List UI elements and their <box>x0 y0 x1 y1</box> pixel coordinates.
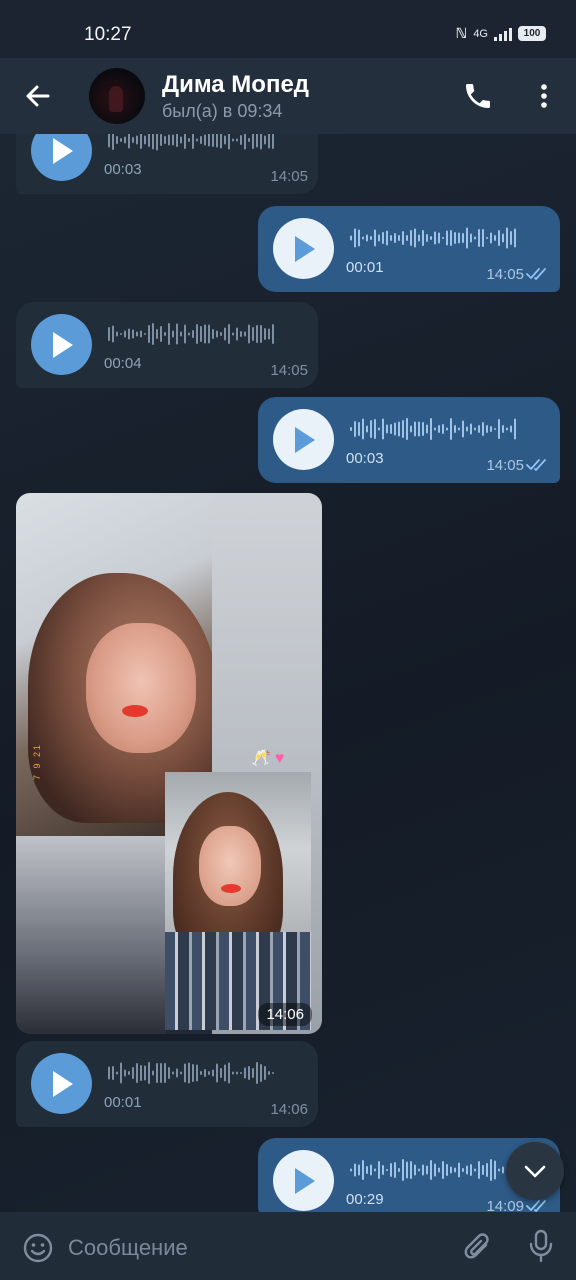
chevron-down-icon <box>524 1165 546 1178</box>
network-type: 4G <box>473 27 488 40</box>
scroll-to-bottom-button[interactable] <box>506 1142 564 1200</box>
back-arrow-icon <box>26 85 50 107</box>
smiley-icon <box>23 1233 53 1263</box>
voice-duration: 00:03 <box>346 450 384 467</box>
play-icon <box>295 1168 315 1194</box>
status-icons: ℕ 4G 100 <box>456 25 546 42</box>
message-time: 14:05 <box>270 168 308 185</box>
message-composer <box>0 1212 576 1280</box>
play-icon <box>53 1071 73 1097</box>
message-time: 14:06 <box>258 1003 312 1026</box>
play-button[interactable] <box>31 1053 92 1114</box>
attach-button[interactable] <box>462 1230 494 1264</box>
photo-background <box>16 836 166 1034</box>
play-icon <box>295 427 315 453</box>
voice-duration: 00:04 <box>104 355 142 372</box>
read-ticks-icon <box>526 268 546 280</box>
signal-icon <box>494 27 512 41</box>
waveform <box>108 1062 274 1084</box>
play-icon <box>53 332 73 358</box>
sticker-emojis: 🥂 ♥ <box>251 750 285 767</box>
play-button[interactable] <box>273 1150 334 1211</box>
play-button[interactable] <box>273 218 334 279</box>
waveform <box>108 323 274 345</box>
message-list[interactable]: 00:03 14:05 00:01 14:05 00:04 14:05 00:0… <box>0 134 576 1212</box>
avatar[interactable] <box>89 68 145 124</box>
more-vertical-icon <box>541 84 547 108</box>
message-time: 14:05 <box>270 362 308 379</box>
message-time: 14:05 <box>486 266 524 283</box>
waveform <box>350 418 516 440</box>
photo-date-overlay: 7 9 21 <box>32 743 42 781</box>
voice-duration: 00:29 <box>346 1191 384 1208</box>
paperclip-icon <box>464 1233 489 1259</box>
waveform <box>350 1159 516 1181</box>
microphone-button[interactable] <box>526 1228 556 1264</box>
more-options-button[interactable] <box>528 80 560 112</box>
chat-title[interactable]: Дима Мопед <box>162 71 309 99</box>
photo-message[interactable]: 7 9 21 🥂 ♥ 14:06 <box>16 493 322 1034</box>
play-icon <box>53 138 73 164</box>
voice-duration: 00:01 <box>346 259 384 276</box>
voice-message-outgoing[interactable]: 00:03 14:05 <box>258 397 560 483</box>
microphone-icon <box>529 1229 553 1263</box>
voice-message-incoming[interactable]: 00:01 14:06 <box>16 1041 318 1127</box>
waveform <box>350 227 516 249</box>
read-ticks-icon <box>526 459 546 471</box>
status-bar: 10:27 ℕ 4G 100 <box>0 0 576 58</box>
waveform <box>108 134 274 151</box>
last-seen-status: был(а) в 09:34 <box>162 101 283 121</box>
phone-icon <box>466 84 490 108</box>
voice-duration: 00:01 <box>104 1094 142 1111</box>
nfc-icon: ℕ <box>455 25 468 41</box>
voice-message-outgoing[interactable]: 00:01 14:05 <box>258 206 560 292</box>
message-time: 14:06 <box>270 1101 308 1118</box>
read-ticks-icon <box>526 1200 546 1212</box>
play-button[interactable] <box>31 134 92 181</box>
battery-level: 100 <box>523 28 541 39</box>
photo-collage-inset <box>165 772 311 1030</box>
emoji-button[interactable] <box>22 1232 54 1264</box>
chat-header: Дима Мопед был(а) в 09:34 <box>0 58 576 134</box>
play-button[interactable] <box>31 314 92 375</box>
message-time: 14:05 <box>486 457 524 474</box>
play-button[interactable] <box>273 409 334 470</box>
play-icon <box>295 236 315 262</box>
battery-icon: 100 <box>518 26 546 41</box>
back-button[interactable] <box>22 80 54 112</box>
status-time: 10:27 <box>84 24 132 45</box>
message-input[interactable] <box>68 1230 438 1266</box>
voice-duration: 00:03 <box>104 161 142 178</box>
call-button[interactable] <box>462 80 494 112</box>
voice-message-incoming[interactable]: 00:03 14:05 <box>16 134 318 194</box>
message-time: 14:09 <box>486 1198 524 1212</box>
voice-message-incoming[interactable]: 00:04 14:05 <box>16 302 318 388</box>
